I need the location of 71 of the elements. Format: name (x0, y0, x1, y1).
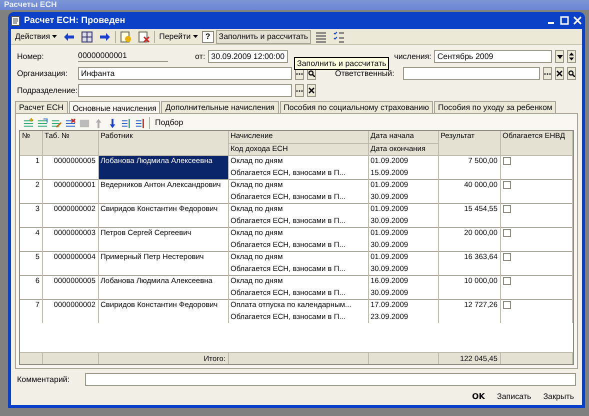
field-label: Номер: (17, 52, 45, 62)
menu-button[interactable]: Перейти (157, 30, 200, 42)
responsible-field[interactable] (403, 67, 540, 80)
field-label: Подразделение: (17, 86, 75, 96)
list-icon[interactable] (315, 30, 328, 42)
caret-icon (556, 54, 562, 58)
dialog-button[interactable]: Закрыть (541, 392, 576, 402)
tooltip: Заполнить и рассчитать (294, 57, 390, 70)
spin-button[interactable] (567, 50, 576, 63)
document-icon[interactable] (120, 30, 132, 42)
tab[interactable]: Дополнительные начисления (161, 101, 279, 113)
arrow-down-icon[interactable] (107, 118, 118, 128)
department-field[interactable] (78, 84, 292, 97)
search-icon (308, 70, 315, 77)
checkbox[interactable] (502, 204, 510, 212)
arrow-right-icon[interactable] (99, 30, 112, 42)
field-label: числения: (394, 52, 432, 62)
document-icon[interactable] (138, 30, 150, 42)
number-value: 00000000001 (78, 51, 168, 62)
ellipsis-button[interactable] (295, 84, 304, 97)
ellipsis-icon (544, 72, 551, 75)
checkbox[interactable] (502, 180, 510, 188)
search-icon (568, 70, 575, 77)
close-icon (556, 70, 563, 77)
field-label: Организация: (17, 68, 68, 78)
period-field[interactable]: Сентябрь 2009 (434, 50, 552, 63)
ellipsis-button[interactable] (543, 67, 552, 80)
checkbox[interactable] (502, 252, 510, 260)
caret-icon (192, 35, 198, 38)
field-label: Комментарий: (17, 375, 71, 385)
clear-button[interactable] (307, 84, 316, 97)
date-field[interactable]: 30.09.2009 12:00:00 (208, 50, 288, 63)
checkbox[interactable] (502, 228, 510, 236)
ellipsis-icon (296, 72, 303, 75)
edit-row-icon[interactable] (51, 118, 62, 128)
arrow-left-icon[interactable] (63, 30, 76, 42)
search-button[interactable] (567, 67, 576, 80)
close-icon (308, 87, 315, 94)
maximize-icon[interactable] (560, 16, 569, 25)
sort-icon[interactable] (121, 118, 132, 128)
organization-field[interactable]: Инфанта (78, 67, 292, 80)
outer-window-title: Расчеты ЕСН (0, 0, 589, 10)
ellipsis-icon (296, 89, 303, 92)
clear-button[interactable] (555, 67, 564, 80)
close-icon[interactable] (573, 16, 582, 25)
tab[interactable]: Пособия по социальному страхованию (280, 101, 433, 113)
dropdown-button[interactable] (555, 50, 564, 63)
help-button[interactable]: ? (202, 30, 214, 42)
dialog-button[interactable]: OK (470, 392, 487, 402)
fill-calculate-button[interactable]: Заполнить и рассчитать (216, 30, 312, 44)
checkbox[interactable] (502, 276, 510, 284)
field-label: от: (195, 52, 206, 62)
document-icon (11, 16, 20, 26)
caret-icon (52, 35, 58, 38)
grid-icon[interactable] (81, 30, 94, 42)
field-label: Ответственный: (335, 68, 396, 78)
sort-icon[interactable] (135, 118, 146, 128)
copy-row-icon[interactable] (37, 118, 48, 128)
delete-row-icon[interactable] (65, 118, 76, 128)
comment-field[interactable] (85, 373, 576, 386)
window-title: Расчет ЕСН: Проведен (24, 15, 126, 26)
dialog-button[interactable]: Записать (495, 392, 534, 402)
tab[interactable]: Пособия по уходу за ребенком (434, 101, 556, 113)
pick-button[interactable]: Подбор (153, 117, 186, 129)
add-row-icon[interactable] (23, 118, 34, 128)
spin-icon (569, 52, 574, 61)
tab[interactable]: Расчет ЕСН (15, 101, 68, 113)
checklist-icon[interactable] (333, 30, 346, 42)
checkbox[interactable] (502, 156, 510, 164)
checkbox[interactable] (502, 300, 510, 308)
menu-button[interactable]: Действия (13, 30, 60, 42)
